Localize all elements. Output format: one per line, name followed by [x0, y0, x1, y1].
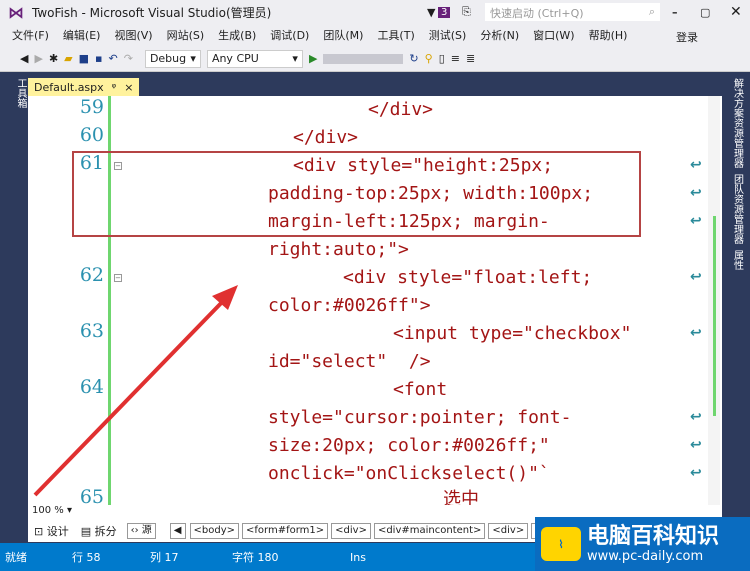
status-line: 行 58 — [72, 551, 101, 564]
split-view-button[interactable]: ▤ 拆分 — [81, 523, 117, 539]
breadcrumb-item[interactable]: <body> — [189, 523, 239, 539]
design-view-button[interactable]: ⊡ 设计 — [34, 523, 69, 539]
breadcrumb-item[interactable]: <form#form1> — [242, 523, 329, 539]
source-view-button[interactable]: ‹› 源 — [126, 523, 156, 539]
breadcrumb-item[interactable]: <div#maincontent> — [373, 523, 486, 539]
breadcrumb-item[interactable]: <div> — [488, 523, 529, 539]
red-arrow — [33, 285, 238, 497]
breadcrumb: <body> <form#form1> <div> <div#maincontent>… — [189, 523, 557, 539]
status-char: 字符 180 — [232, 551, 279, 564]
breadcrumb-back[interactable]: ◀ — [169, 523, 186, 539]
status-mode: Ins — [350, 550, 366, 564]
status-col: 列 17 — [150, 551, 179, 564]
watermark-logo: ⌇ 电脑百科知识 www.pc-daily.com — [535, 517, 750, 571]
monitor-icon: ⌇ — [541, 527, 581, 561]
breadcrumb-item[interactable]: <div> — [331, 523, 371, 539]
status-ready: 就绪 — [5, 551, 27, 564]
